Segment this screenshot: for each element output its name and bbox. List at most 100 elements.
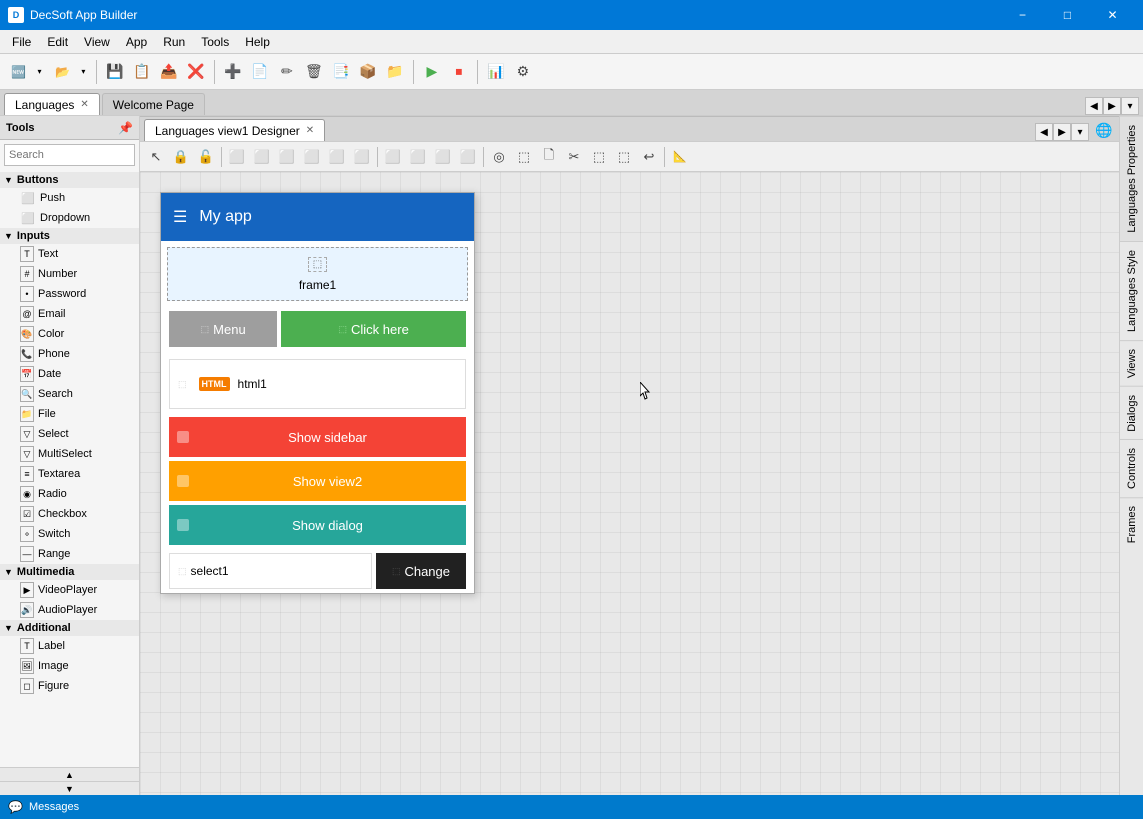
tool-switch[interactable]: ⚬ Switch [0,524,139,544]
right-tab-dialogs[interactable]: Dialogs [1120,386,1143,440]
right-tab-style[interactable]: Languages Style [1120,241,1143,340]
designer-align-middle[interactable]: ⬜ [325,145,349,169]
save-button[interactable]: 💾 [102,59,128,85]
properties-button[interactable]: 📊 [483,59,509,85]
tab-languages-close[interactable]: ✕ [80,99,88,110]
save-all-button[interactable]: 📋 [129,59,155,85]
show-sidebar-button[interactable]: Show sidebar [169,417,466,457]
maximize-button[interactable]: □ [1045,0,1090,30]
minimize-button[interactable]: − [1000,0,1045,30]
tool-password[interactable]: • Password [0,284,139,304]
right-tab-frames[interactable]: Frames [1120,497,1143,551]
tool-color[interactable]: 🎨 Color [0,324,139,344]
designer-bring-front[interactable]: ◎ [487,145,511,169]
designer-paste2[interactable]: ⬚ [612,145,636,169]
rename-button[interactable]: ✏ [274,59,300,85]
copy-button[interactable]: 📑 [328,59,354,85]
tools-scroll-down[interactable]: ▼ [0,781,139,795]
designer-align-top[interactable]: ⬜ [300,145,324,169]
menu-file[interactable]: File [4,33,39,51]
designer-lock-button[interactable]: 🔒 [169,145,193,169]
menu-app[interactable]: App [118,33,155,51]
tab-nav-right[interactable]: ▶ [1103,97,1121,115]
designer-distribute-h[interactable]: ⬜ [381,145,405,169]
tab-nav-left[interactable]: ◀ [1085,97,1103,115]
new-split-button[interactable]: 🆕 ▾ [4,59,47,85]
designer-arrow-tool[interactable]: ↖ [144,145,168,169]
category-inputs[interactable]: ▼ Inputs [0,228,139,244]
folder-button[interactable]: 📁 [382,59,408,85]
designer-send-back[interactable]: ⬚ [512,145,536,169]
tool-phone[interactable]: 📞 Phone [0,344,139,364]
open-split-button[interactable]: 📂 ▾ [48,59,91,85]
designer-canvas-wrap[interactable]: ☰ My app ⬚ frame1 ⬚ Menu [140,172,1119,795]
add2-button[interactable]: 📄 [247,59,273,85]
inner-tab-nav-right[interactable]: ▶ [1053,123,1071,141]
tool-text[interactable]: T Text [0,244,139,264]
tool-dropdown[interactable]: ⬜ Dropdown [0,208,139,228]
close-button-tb[interactable]: ❌ [183,59,209,85]
tool-videoplayer[interactable]: ▶ VideoPlayer [0,580,139,600]
tool-image[interactable]: 🖼 Image [0,656,139,676]
designer-undo[interactable]: ↩ [637,145,661,169]
tool-radio[interactable]: ◉ Radio [0,484,139,504]
tab-designer[interactable]: Languages view1 Designer ✕ [144,119,325,141]
delete-button[interactable]: 🗑 [301,59,327,85]
tool-label[interactable]: T Label [0,636,139,656]
tab-designer-close[interactable]: ✕ [306,125,314,136]
designer-distribute-v[interactable]: ⬜ [406,145,430,169]
tools-pin-button[interactable]: 📌 [118,121,133,135]
right-tab-properties[interactable]: Languages Properties [1120,116,1143,241]
settings-button[interactable]: ⚙ [510,59,536,85]
menu-view[interactable]: View [76,33,118,51]
tools-scroll-up[interactable]: ▲ [0,767,139,781]
designer-size-w[interactable]: ⬜ [431,145,455,169]
tool-number[interactable]: # Number [0,264,139,284]
category-multimedia[interactable]: ▼ Multimedia [0,564,139,580]
designer-clone[interactable]: 🗋 [537,145,561,169]
tool-push[interactable]: ⬜ Push [0,188,139,208]
tool-search[interactable]: 🔍 Search [0,384,139,404]
designer-align-bottom[interactable]: ⬜ [350,145,374,169]
designer-globe-button[interactable]: 🌐 [1093,119,1115,141]
designer-align-right[interactable]: ⬜ [275,145,299,169]
tool-select[interactable]: ▽ Select [0,424,139,444]
change-button[interactable]: ⬚ Change [376,553,466,589]
designer-copy2[interactable]: ⬚ [587,145,611,169]
category-additional[interactable]: ▼ Additional [0,620,139,636]
tool-date[interactable]: 📅 Date [0,364,139,384]
menu-help[interactable]: Help [237,33,278,51]
designer-align-center[interactable]: ⬜ [250,145,274,169]
tab-nav-dropdown[interactable]: ▾ [1121,97,1139,115]
right-tab-controls[interactable]: Controls [1120,439,1143,497]
tab-languages[interactable]: Languages ✕ [4,93,100,115]
tool-checkbox[interactable]: ☑ Checkbox [0,504,139,524]
select-box-preview[interactable]: ⬚ select1 [169,553,372,589]
tool-email[interactable]: @ Email [0,304,139,324]
menu-edit[interactable]: Edit [39,33,76,51]
menu-button-preview[interactable]: ⬚ Menu [169,311,277,347]
tool-multiselect[interactable]: ▽ MultiSelect [0,444,139,464]
move-button[interactable]: 📦 [355,59,381,85]
add-button[interactable]: ➕ [220,59,246,85]
menu-tools[interactable]: Tools [193,33,237,51]
export-button[interactable]: 📤 [156,59,182,85]
run-button[interactable]: ▶ [419,59,445,85]
tool-range[interactable]: — Range [0,544,139,564]
show-dialog-button[interactable]: Show dialog [169,505,466,545]
menu-run[interactable]: Run [155,33,193,51]
inner-tab-nav-dropdown[interactable]: ▾ [1071,123,1089,141]
designer-view-size[interactable]: 📐 [668,145,692,169]
search-input[interactable] [4,144,135,166]
designer-cut[interactable]: ✂ [562,145,586,169]
tool-figure[interactable]: ◻ Figure [0,676,139,696]
category-buttons[interactable]: ▼ Buttons [0,172,139,188]
tool-audioplayer[interactable]: 🔊 AudioPlayer [0,600,139,620]
close-button[interactable]: ✕ [1090,0,1135,30]
tool-file[interactable]: 📁 File [0,404,139,424]
right-tab-views[interactable]: Views [1120,340,1143,386]
stop-button[interactable]: ⏹ [446,59,472,85]
designer-size-h[interactable]: ⬜ [456,145,480,169]
tab-welcome[interactable]: Welcome Page [102,93,205,115]
click-here-button[interactable]: ⬚ Click here [281,311,466,347]
